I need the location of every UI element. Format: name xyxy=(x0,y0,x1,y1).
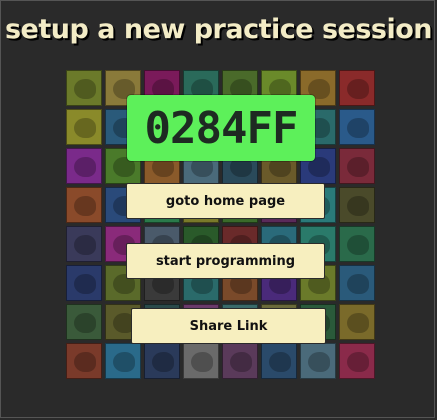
animal-tile-fish xyxy=(105,343,141,379)
animal-tile-tiger xyxy=(339,304,375,340)
animal-tile-moose xyxy=(339,187,375,223)
animal-tile-tree-frog xyxy=(66,148,102,184)
session-code-box: 0284FF xyxy=(127,95,315,161)
animal-tile-jellyfish xyxy=(339,148,375,184)
animal-tile-whale xyxy=(261,343,297,379)
animal-tile-mouse xyxy=(66,226,102,262)
animal-tile-parrot xyxy=(339,70,375,106)
animal-tile-shark xyxy=(339,265,375,301)
animal-tile-crocodile xyxy=(66,70,102,106)
goto-home-button[interactable]: goto home page xyxy=(126,183,325,219)
animal-tile-cat xyxy=(66,109,102,145)
animal-tile-chameleon xyxy=(339,226,375,262)
animal-tile-fox xyxy=(339,109,375,145)
animal-tile-wolf xyxy=(300,343,336,379)
animal-tile-vulture xyxy=(183,343,219,379)
start-programming-button[interactable]: start programming xyxy=(126,243,325,279)
share-link-button[interactable]: Share Link xyxy=(131,308,326,344)
animal-tile-turtle xyxy=(144,343,180,379)
page-title: setup a new practice session xyxy=(4,14,433,45)
animal-tile-wallaby xyxy=(222,343,258,379)
session-code: 0284FF xyxy=(144,102,299,154)
animal-tile-kangaroo xyxy=(66,187,102,223)
animal-tile-skunk xyxy=(66,304,102,340)
animal-tile-puffin xyxy=(66,265,102,301)
animal-tile-toucan xyxy=(66,343,102,379)
animal-tile-zebra xyxy=(339,343,375,379)
